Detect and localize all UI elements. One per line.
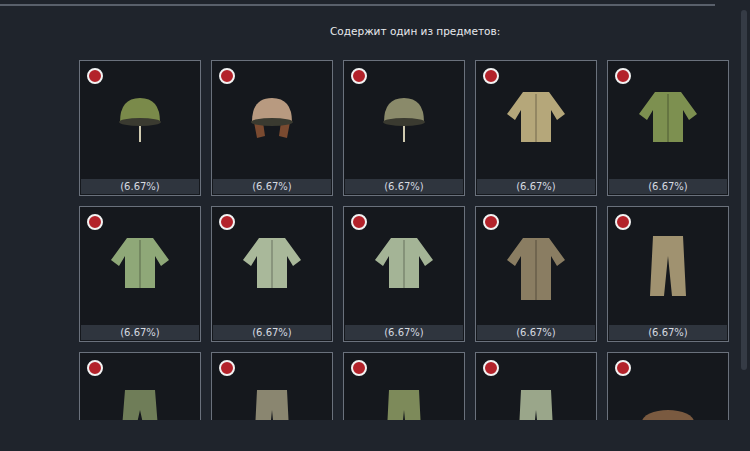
item-card[interactable]: (6.67%) [475,60,597,196]
item-card[interactable]: (6.67%) [211,60,333,196]
item-chance: (6.67%) [81,179,199,194]
pants-icon [633,226,703,306]
marker-dot [615,68,631,84]
item-card[interactable]: (6.67%) [475,206,597,342]
marker-dot [87,360,103,376]
item-card[interactable] [211,352,333,420]
jacket-icon [501,80,571,160]
item-chance: (6.67%) [477,325,595,340]
pants-icon [237,380,307,420]
marker-dot [483,68,499,84]
marker-dot [219,360,235,376]
jacket-icon [105,226,175,306]
item-card[interactable]: (6.67%) [607,206,729,342]
aviator-icon [237,80,307,160]
item-chance: (6.67%) [345,325,463,340]
loot-panel: Содержит один из предметов:(6.67%)(6.67%… [0,0,750,451]
items-grid: (6.67%) (6.67%) (6.67%) (6.67%) (6.67%) (6.67… [79,60,738,420]
marker-dot [483,360,499,376]
marker-dot [219,214,235,230]
item-card[interactable]: (6.67%) [79,60,201,196]
coat-icon [501,226,571,306]
item-card[interactable]: (6.67%) [607,60,729,196]
marker-dot [87,214,103,230]
cap-icon [633,380,703,420]
shorts-icon [105,380,175,420]
jacket-icon [369,226,439,306]
item-card[interactable] [79,352,201,420]
marker-dot [219,68,235,84]
item-chance: (6.67%) [609,179,727,194]
marker-dot [483,214,499,230]
item-card[interactable]: (6.67%) [343,206,465,342]
pants-icon [369,380,439,420]
item-chance: (6.67%) [477,179,595,194]
marker-dot [615,214,631,230]
panel-content: Содержит один из предметов:(6.67%)(6.67%… [0,0,738,451]
marker-dot [351,68,367,84]
items-viewport[interactable]: (6.67%) (6.67%) (6.67%) (6.67%) (6.67%) (6.67… [79,60,738,420]
item-card[interactable] [343,352,465,420]
helmet-icon [369,80,439,160]
marker-dot [351,360,367,376]
item-chance: (6.67%) [81,325,199,340]
marker-dot [351,214,367,230]
marker-dot [615,360,631,376]
scrollbar-thumb[interactable] [741,10,747,370]
item-card[interactable]: (6.67%) [79,206,201,342]
item-chance: (6.67%) [609,325,727,340]
item-card[interactable] [475,352,597,420]
item-chance: (6.67%) [213,325,331,340]
item-chance: (6.67%) [213,179,331,194]
item-card[interactable]: (6.67%) [343,60,465,196]
item-card[interactable] [607,352,729,420]
vest-icon [633,80,703,160]
pants-icon [501,380,571,420]
scrollbar[interactable] [738,0,750,451]
item-card[interactable]: (6.67%) [211,206,333,342]
jacket-icon [237,226,307,306]
marker-dot [87,68,103,84]
top-divider [0,4,715,6]
helmet-icon [105,80,175,160]
panel-title: Содержит один из предметов: [0,24,738,38]
item-chance: (6.67%) [345,179,463,194]
